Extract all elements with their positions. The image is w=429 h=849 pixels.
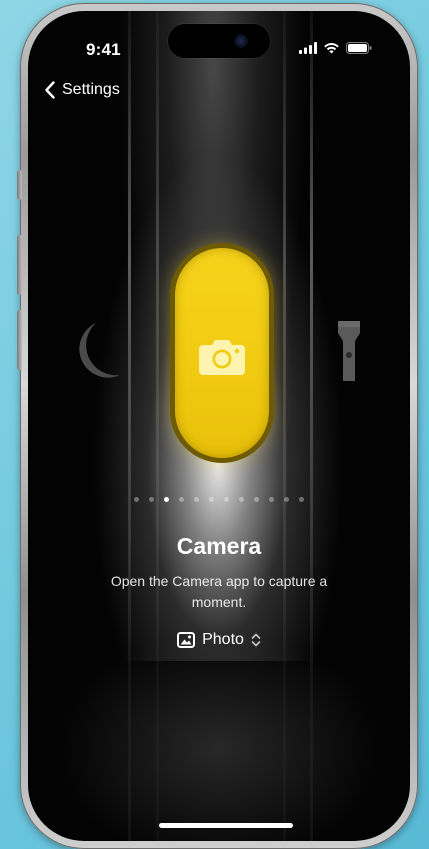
- action-description: Open the Camera app to capture a moment.: [110, 573, 328, 610]
- chevron-left-icon: [45, 81, 55, 99]
- camera-mode-label: Photo: [202, 631, 244, 648]
- battery-icon: [346, 42, 372, 54]
- page-indicator[interactable]: [28, 497, 410, 502]
- page-dot[interactable]: [254, 497, 259, 502]
- dynamic-island: [168, 24, 270, 58]
- action-title: Camera: [176, 533, 262, 559]
- chevron-up-down-icon: [251, 633, 261, 647]
- camera-mode-picker[interactable]: Photo: [28, 631, 410, 649]
- page-dot[interactable]: [239, 497, 244, 502]
- cellular-signal-icon: [299, 42, 317, 54]
- front-camera: [234, 34, 248, 48]
- back-button-label: Settings: [62, 81, 120, 98]
- page-dot[interactable]: [194, 497, 199, 502]
- page-dot[interactable]: [284, 497, 289, 502]
- photo-icon: [177, 632, 196, 648]
- status-time: 9:41: [86, 40, 121, 59]
- flashlight-icon[interactable]: [336, 319, 362, 383]
- status-icons: [299, 42, 372, 54]
- camera-action-pill-fill: [175, 248, 269, 458]
- home-indicator[interactable]: [159, 823, 293, 828]
- action-button: [17, 170, 22, 200]
- volume-down-button: [17, 310, 22, 370]
- moon-icon[interactable]: [66, 319, 122, 385]
- page-dot[interactable]: [149, 497, 154, 502]
- wifi-icon: [324, 43, 339, 54]
- page-dot[interactable]: [269, 497, 274, 502]
- page-dot[interactable]: [209, 497, 214, 502]
- page-dot[interactable]: [164, 497, 169, 502]
- page-dot[interactable]: [224, 497, 229, 502]
- page-dot[interactable]: [134, 497, 139, 502]
- camera-action-pill[interactable]: [170, 243, 274, 463]
- volume-up-button: [17, 235, 22, 295]
- screen: 9:41 Settings Camera Open the Camera app…: [28, 11, 410, 841]
- page-dot[interactable]: [179, 497, 184, 502]
- page-dot[interactable]: [299, 497, 304, 502]
- camera-icon: [199, 340, 245, 375]
- back-button[interactable]: Settings: [44, 81, 120, 99]
